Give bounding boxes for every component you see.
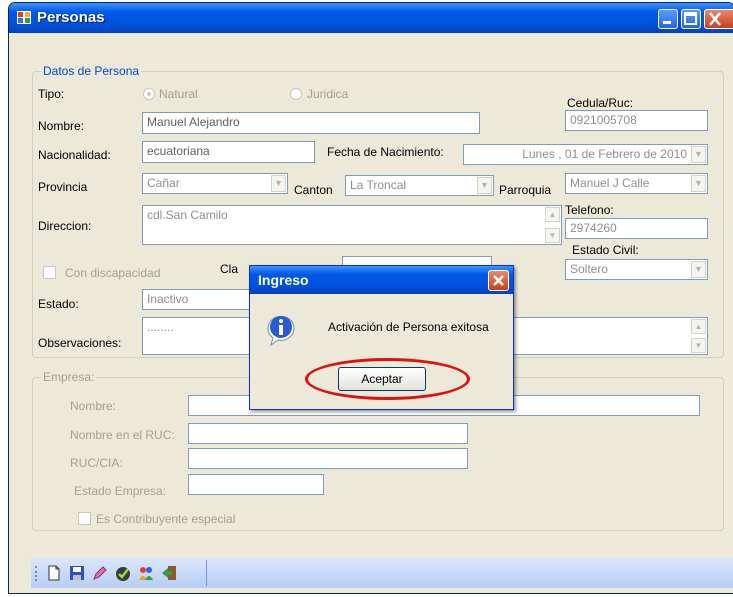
tipo-label: Tipo: <box>38 87 65 101</box>
direccion-textarea[interactable]: cdl.San Camilo ▲ ▼ <box>142 205 562 245</box>
contribuyente-checkbox[interactable] <box>78 512 91 525</box>
parroquia-value: Manuel J Calle <box>570 176 650 190</box>
observaciones-label: Observaciones: <box>38 336 122 350</box>
toolbar-grip[interactable] <box>35 566 40 581</box>
provincia-label: Provincia <box>38 180 88 194</box>
telefono-label: Telefono: <box>565 203 614 217</box>
fecha-nacimiento-value: Lunes , 01 de Febrero de 2010 <box>522 147 687 161</box>
canton-value: La Troncal <box>350 178 407 192</box>
chevron-down-icon[interactable]: ▼ <box>477 177 492 194</box>
estado-empresa-label: Estado Empresa: <box>74 484 167 498</box>
estado-label: Estado: <box>38 297 79 311</box>
nombre-label: Nombre: <box>38 119 85 133</box>
direccion-label: Direccion: <box>38 219 92 233</box>
observaciones-value: ........ <box>147 320 174 334</box>
close-button[interactable] <box>704 9 733 29</box>
maximize-button[interactable] <box>681 9 701 29</box>
direccion-value: cdl.San Camilo <box>147 208 228 222</box>
contribuyente-label: Es Contribuyente especial <box>96 512 236 526</box>
approve-icon[interactable] <box>114 564 132 582</box>
ruc-cia-label: RUC/CIA: <box>70 456 123 470</box>
nombre-ruc-input[interactable] <box>188 423 468 444</box>
dialog-close-button[interactable] <box>488 270 509 291</box>
scroll-down-icon[interactable]: ▼ <box>545 228 560 243</box>
parroquia-select[interactable]: Manuel J Calle ▼ <box>565 173 708 194</box>
chevron-down-icon[interactable]: ▼ <box>271 175 286 192</box>
fecha-nacimiento-picker[interactable]: Lunes , 01 de Febrero de 2010 ▼ <box>463 144 708 165</box>
radio-juridica[interactable] <box>290 88 302 100</box>
scroll-up-icon[interactable]: ▲ <box>545 207 560 222</box>
ruc-cia-input[interactable] <box>188 448 468 469</box>
estado-civil-label: Estado Civil: <box>572 243 639 257</box>
chevron-down-icon[interactable]: ▼ <box>691 175 706 192</box>
estado-empresa-input[interactable] <box>188 474 324 495</box>
discapacidad-label: Con discapacidad <box>65 266 161 280</box>
minimize-button[interactable] <box>658 9 678 29</box>
dialog-title: Ingreso <box>258 272 309 288</box>
users-icon[interactable] <box>137 564 155 582</box>
radio-natural[interactable] <box>143 88 155 100</box>
cedula-label: Cedula/Ruc: <box>567 96 634 110</box>
dialog-title-bar: Ingreso <box>250 266 513 294</box>
parroquia-label: Parroquia <box>499 183 552 197</box>
radio-juridica-label: Juridica <box>307 87 349 101</box>
minimize-icon <box>663 21 671 24</box>
close-icon <box>493 275 504 286</box>
estado-civil-select[interactable]: Soltero ▼ <box>565 259 708 280</box>
nombre-ruc-label: Nombre en el RUC: <box>70 428 175 442</box>
nombre-input[interactable]: Manuel Alejandro <box>142 112 480 134</box>
window-title: Personas <box>37 9 105 26</box>
info-icon <box>267 315 295 346</box>
scroll-down-icon[interactable]: ▼ <box>691 338 706 353</box>
nacionalidad-input[interactable]: ecuatoriana <box>142 141 315 163</box>
chevron-down-icon[interactable]: ▼ <box>691 146 706 163</box>
canton-select[interactable]: La Troncal ▼ <box>345 175 494 196</box>
toolbar-separator <box>206 560 207 586</box>
maximize-icon <box>684 12 697 25</box>
title-bar: Personas <box>9 3 733 33</box>
provincia-value: Cañar <box>147 176 180 190</box>
empresa-legend: Empresa: <box>41 370 97 384</box>
canton-label: Canton <box>294 183 333 197</box>
estado-civil-value: Soltero <box>570 262 609 276</box>
datos-persona-legend: Datos de Persona <box>41 64 142 78</box>
clave-label: Cla <box>220 262 239 276</box>
fecha-nacimiento-label: Fecha de Nacimiento: <box>327 145 444 159</box>
empresa-nombre-label: Nombre: <box>70 399 117 413</box>
chevron-down-icon[interactable]: ▼ <box>691 261 706 278</box>
scroll-up-icon[interactable]: ▲ <box>691 319 706 334</box>
close-icon <box>709 12 721 26</box>
toolbar <box>31 558 733 588</box>
exit-icon[interactable] <box>160 564 178 582</box>
annotation-highlight-ellipse <box>305 358 470 400</box>
provincia-select[interactable]: Cañar ▼ <box>142 173 288 194</box>
discapacidad-checkbox[interactable] <box>43 266 56 279</box>
radio-natural-label: Natural <box>159 87 198 101</box>
new-icon[interactable] <box>45 564 63 582</box>
estado-input[interactable]: Inactivo <box>142 289 257 310</box>
cedula-input[interactable]: 0921005708 <box>565 110 708 131</box>
dialog-message: Activación de Persona exitosa <box>328 320 489 334</box>
app-icon <box>17 11 31 24</box>
nacionalidad-label: Nacionalidad: <box>38 148 111 162</box>
telefono-input[interactable]: 2974260 <box>565 218 708 239</box>
save-icon[interactable] <box>68 564 86 582</box>
edit-icon[interactable] <box>91 564 109 582</box>
